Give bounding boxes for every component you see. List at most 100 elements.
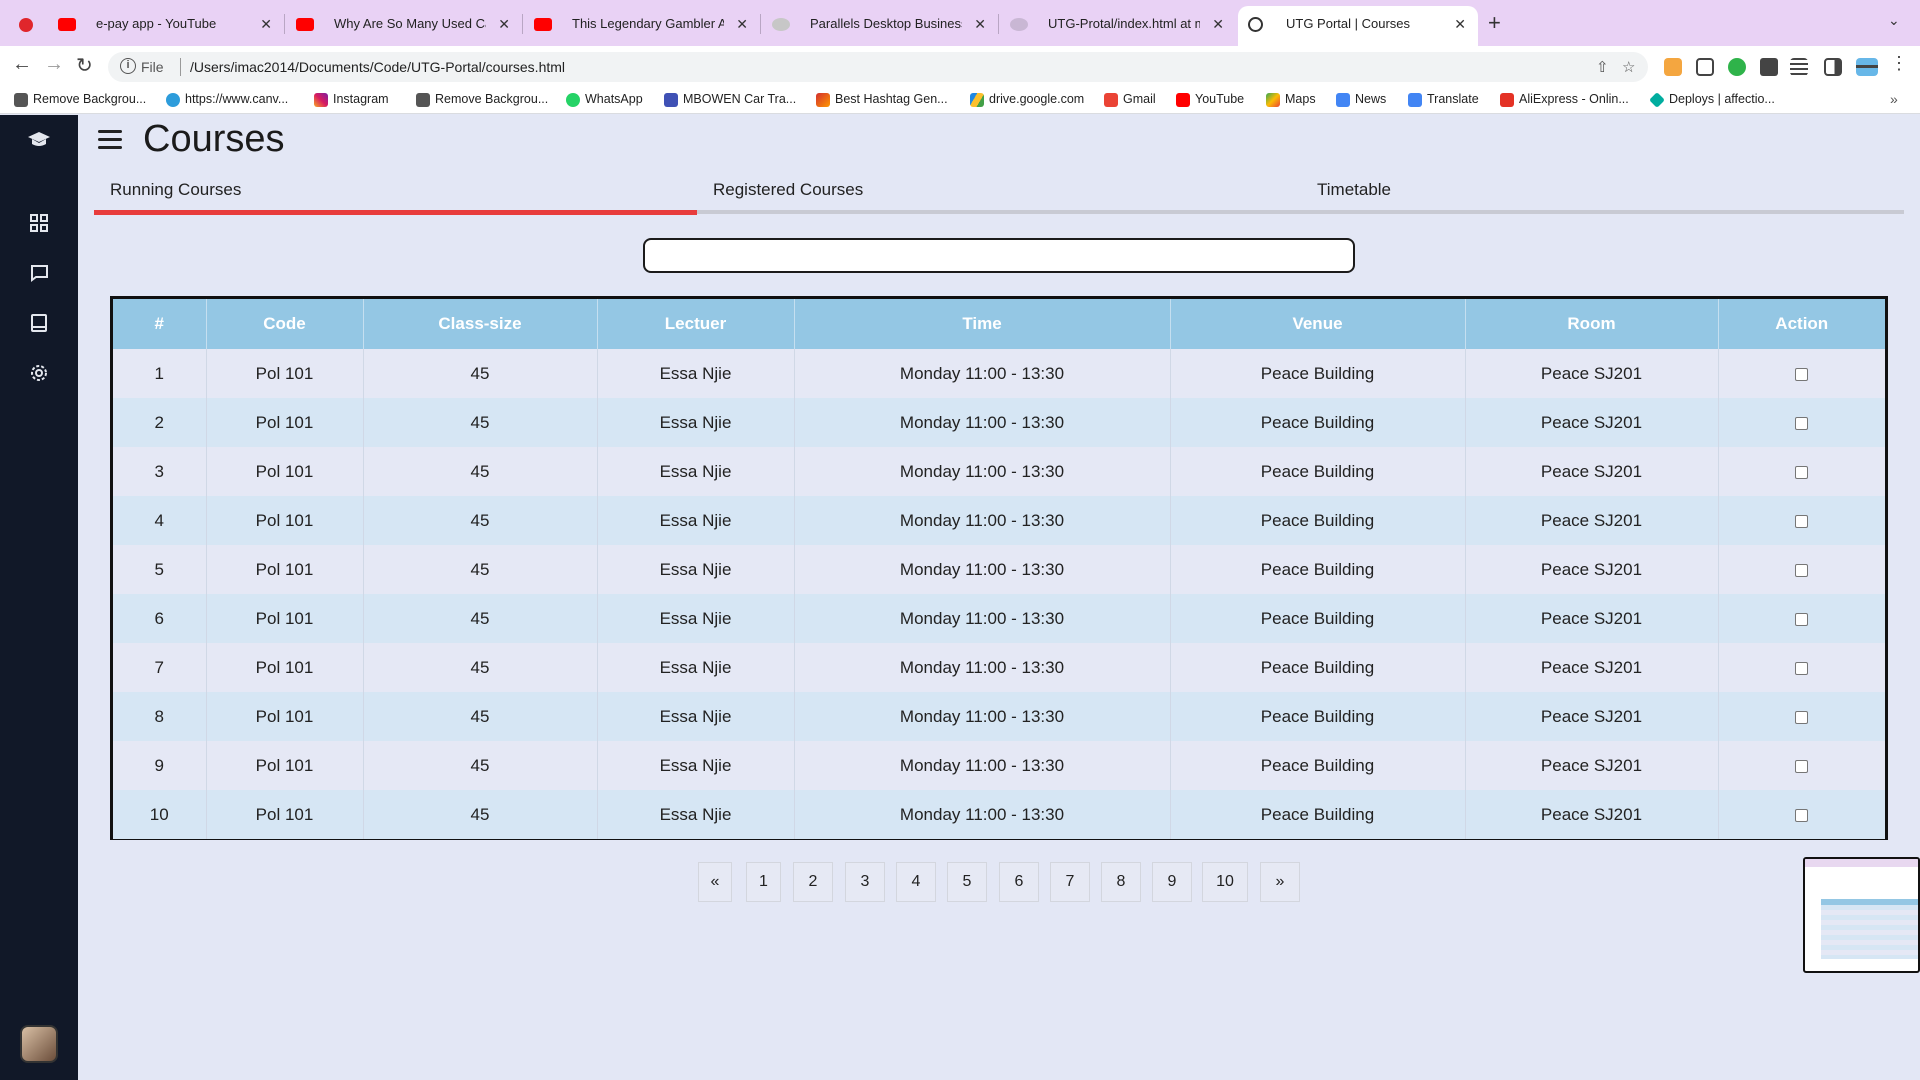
courses-table: # Code Class-size Lectuer Time Venue Roo… [110, 296, 1888, 840]
bookmark-item[interactable]: Maps [1266, 92, 1316, 107]
select-course-checkbox[interactable] [1795, 514, 1809, 528]
book-icon[interactable] [27, 313, 51, 337]
picture-in-picture-icon[interactable] [1696, 58, 1714, 76]
pagination-page-7[interactable]: 7 [1050, 862, 1090, 902]
browser-tab[interactable]: Parallels Desktop Business Edi ✕ [762, 6, 998, 46]
cell-time: Monday 11:00 - 13:30 [794, 447, 1171, 496]
bookmark-item[interactable]: YouTube [1176, 92, 1244, 107]
pagination-page-5[interactable]: 5 [947, 862, 987, 902]
bookmark-item[interactable]: drive.google.com [970, 92, 1084, 107]
address-separator [180, 58, 181, 76]
profile-icon[interactable] [1856, 58, 1878, 76]
close-icon[interactable]: ✕ [1212, 6, 1224, 42]
select-course-checkbox[interactable] [1795, 661, 1809, 675]
bookmark-item[interactable]: AliExpress - Onlin... [1500, 92, 1629, 107]
close-icon[interactable]: ✕ [736, 6, 748, 42]
pagination-page-10[interactable]: 10 [1202, 862, 1248, 902]
share-icon[interactable]: ⇧ [1596, 58, 1609, 76]
bookmark-item[interactable]: News [1336, 92, 1386, 107]
close-icon[interactable]: ✕ [498, 6, 510, 42]
column-header-venue[interactable]: Venue [1170, 299, 1466, 349]
cell-lecturer: Essa Njie [597, 790, 795, 839]
bookmark-label: Best Hashtag Gen... [835, 92, 948, 106]
select-course-checkbox[interactable] [1795, 465, 1809, 479]
bookmark-star-icon[interactable]: ☆ [1622, 58, 1635, 76]
select-course-checkbox[interactable] [1795, 416, 1809, 430]
table-row: 7 Pol 101 45 Essa Njie Monday 11:00 - 13:30 P… [113, 643, 1885, 692]
column-header-class-size[interactable]: Class-size [363, 299, 598, 349]
settings-gear-icon[interactable] [27, 363, 51, 387]
tab-separator [998, 14, 999, 34]
pagination-prev-button[interactable]: « [698, 862, 732, 902]
close-icon[interactable]: ✕ [260, 6, 272, 42]
bookmark-item[interactable]: Translate [1408, 92, 1479, 107]
netlify-icon [1649, 92, 1665, 108]
bookmark-item[interactable]: Remove Backgrou... [14, 92, 146, 107]
bookmark-item[interactable]: MBOWEN Car Tra... [664, 92, 796, 107]
select-course-checkbox[interactable] [1795, 759, 1809, 773]
column-header-time[interactable]: Time [794, 299, 1171, 349]
browser-tab[interactable]: UTG-Protal/index.html at main ✕ [1000, 6, 1236, 46]
column-header-action[interactable]: Action [1718, 299, 1885, 349]
pagination-page-6[interactable]: 6 [999, 862, 1039, 902]
bookmark-item[interactable]: Remove Backgrou... [416, 92, 548, 107]
pagination-next-button[interactable]: » [1260, 862, 1300, 902]
forward-arrow-icon[interactable]: → [44, 53, 64, 76]
close-icon[interactable]: ✕ [1454, 6, 1466, 42]
column-header-number[interactable]: # [113, 299, 207, 349]
browser-tab-active[interactable]: UTG Portal | Courses ✕ [1238, 6, 1478, 46]
tab-running-courses[interactable]: Running Courses [110, 180, 241, 200]
tab-timetable[interactable]: Timetable [1317, 180, 1391, 200]
bookmark-item[interactable]: Best Hashtag Gen... [816, 92, 948, 107]
screenshot-thumbnail[interactable] [1803, 857, 1920, 973]
window-close-dot[interactable] [19, 18, 33, 32]
pagination-page-2[interactable]: 2 [793, 862, 833, 902]
dashboard-grid-icon[interactable] [27, 213, 51, 237]
search-input[interactable] [643, 238, 1355, 273]
tab-search-button[interactable]: ⌄ [1888, 12, 1900, 29]
select-course-checkbox[interactable] [1795, 808, 1809, 822]
column-header-code[interactable]: Code [206, 299, 364, 349]
tab-title: This Legendary Gambler Alway [572, 16, 724, 31]
bookmark-item[interactable]: Instagram [314, 92, 389, 107]
close-icon[interactable]: ✕ [974, 6, 986, 42]
pagination-page-8[interactable]: 8 [1101, 862, 1141, 902]
hamburger-menu-icon[interactable] [96, 128, 124, 150]
bookmark-label: Instagram [333, 92, 389, 106]
bookmark-item[interactable]: https://www.canv... [166, 92, 288, 107]
pagination-page-4[interactable]: 4 [896, 862, 936, 902]
extensions-puzzle-icon[interactable] [1760, 58, 1778, 76]
new-tab-button[interactable]: + [1488, 10, 1501, 36]
select-course-checkbox[interactable] [1795, 710, 1809, 724]
kebab-menu-icon[interactable]: ⋮ [1890, 53, 1908, 74]
browser-tab[interactable]: This Legendary Gambler Alway ✕ [524, 6, 760, 46]
browser-tab[interactable]: e-pay app - YouTube ✕ [48, 6, 284, 46]
graduation-cap-icon[interactable] [27, 128, 51, 152]
info-icon[interactable]: i [120, 58, 136, 74]
translate-icon [1408, 93, 1422, 107]
pagination-page-3[interactable]: 3 [845, 862, 885, 902]
extension-grammarly-icon[interactable] [1728, 58, 1746, 76]
column-header-room[interactable]: Room [1465, 299, 1719, 349]
url-text[interactable]: /Users/imac2014/Documents/Code/UTG-Porta… [190, 59, 565, 75]
pagination-page-9[interactable]: 9 [1152, 862, 1192, 902]
column-header-lecturer[interactable]: Lectuer [597, 299, 795, 349]
reload-icon[interactable]: ↻ [76, 53, 93, 78]
select-course-checkbox[interactable] [1795, 367, 1809, 381]
bookmark-item[interactable]: Deploys | affectio... [1649, 92, 1775, 108]
messages-icon[interactable] [27, 263, 51, 287]
pagination-page-1[interactable]: 1 [746, 862, 781, 902]
side-panel-icon[interactable] [1824, 58, 1842, 76]
bookmarks-more-button[interactable]: » [1890, 91, 1898, 107]
select-course-checkbox[interactable] [1795, 563, 1809, 577]
back-arrow-icon[interactable]: ← [12, 53, 32, 76]
address-bar[interactable]: i File /Users/imac2014/Documents/Code/UT… [108, 52, 1648, 82]
select-course-checkbox[interactable] [1795, 612, 1809, 626]
bookmark-item[interactable]: WhatsApp [566, 92, 643, 107]
bookmark-item[interactable]: Gmail [1104, 92, 1156, 107]
avatar[interactable] [20, 1025, 58, 1063]
reading-list-icon[interactable] [1790, 58, 1808, 76]
extension-metamask-icon[interactable] [1664, 58, 1682, 76]
tab-registered-courses[interactable]: Registered Courses [713, 180, 863, 200]
browser-tab[interactable]: Why Are So Many Used Car St ✕ [286, 6, 522, 46]
